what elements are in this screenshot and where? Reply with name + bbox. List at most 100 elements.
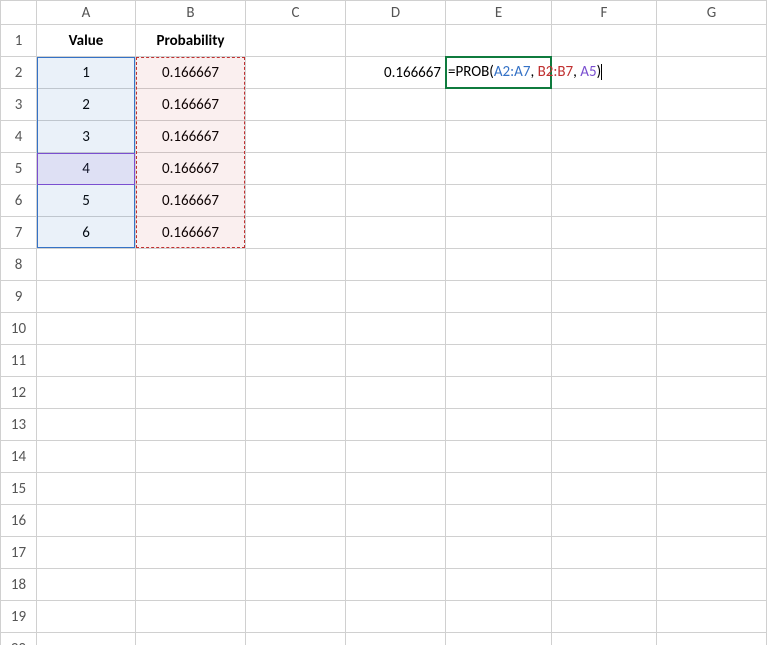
cell-A1[interactable]: Value xyxy=(37,25,136,57)
cell-C9[interactable] xyxy=(246,281,346,313)
cell-G2[interactable] xyxy=(657,57,767,89)
cell-F8[interactable] xyxy=(552,249,657,281)
cell-B18[interactable] xyxy=(136,569,246,601)
row-header-12[interactable]: 12 xyxy=(1,377,37,409)
cell-E16[interactable] xyxy=(446,505,552,537)
row-header-3[interactable]: 3 xyxy=(1,89,37,121)
cell-G10[interactable] xyxy=(657,313,767,345)
cell-F10[interactable] xyxy=(552,313,657,345)
cell-C20[interactable] xyxy=(246,633,346,645)
cell-A19[interactable] xyxy=(37,601,136,633)
cell-G6[interactable] xyxy=(657,185,767,217)
cell-D1[interactable] xyxy=(346,25,446,57)
cell-E5[interactable] xyxy=(446,153,552,185)
cell-B17[interactable] xyxy=(136,537,246,569)
cell-A13[interactable] xyxy=(37,409,136,441)
cell-D13[interactable] xyxy=(346,409,446,441)
cell-G13[interactable] xyxy=(657,409,767,441)
formula-editor[interactable]: =PROB(A2:A7, B2:B7, A5) xyxy=(448,63,602,81)
row-header-13[interactable]: 13 xyxy=(1,409,37,441)
cell-C15[interactable] xyxy=(246,473,346,505)
cell-E14[interactable] xyxy=(446,441,552,473)
cell-E2[interactable]: =PROB(A2:A7, B2:B7, A5) xyxy=(446,57,552,89)
row-header-17[interactable]: 17 xyxy=(1,537,37,569)
row-header-7[interactable]: 7 xyxy=(1,217,37,249)
cell-F20[interactable] xyxy=(552,633,657,645)
cell-C1[interactable] xyxy=(246,25,346,57)
cell-F14[interactable] xyxy=(552,441,657,473)
cell-D7[interactable] xyxy=(346,217,446,249)
cell-G12[interactable] xyxy=(657,377,767,409)
cell-C2[interactable] xyxy=(246,57,346,89)
cell-B14[interactable] xyxy=(136,441,246,473)
cell-D8[interactable] xyxy=(346,249,446,281)
cell-B12[interactable] xyxy=(136,377,246,409)
cell-G15[interactable] xyxy=(657,473,767,505)
cell-G9[interactable] xyxy=(657,281,767,313)
cell-E13[interactable] xyxy=(446,409,552,441)
cell-F13[interactable] xyxy=(552,409,657,441)
cell-E6[interactable] xyxy=(446,185,552,217)
cell-D5[interactable] xyxy=(346,153,446,185)
cell-A9[interactable] xyxy=(37,281,136,313)
cell-C11[interactable] xyxy=(246,345,346,377)
cell-C12[interactable] xyxy=(246,377,346,409)
cell-A4[interactable]: 3 xyxy=(37,121,136,153)
col-header-A[interactable]: A xyxy=(37,1,136,25)
cell-D16[interactable] xyxy=(346,505,446,537)
cell-C6[interactable] xyxy=(246,185,346,217)
row-header-2[interactable]: 2 xyxy=(1,57,37,89)
cell-D6[interactable] xyxy=(346,185,446,217)
row-header-9[interactable]: 9 xyxy=(1,281,37,313)
cell-F15[interactable] xyxy=(552,473,657,505)
row-header-19[interactable]: 19 xyxy=(1,601,37,633)
row-header-8[interactable]: 8 xyxy=(1,249,37,281)
cell-D12[interactable] xyxy=(346,377,446,409)
cell-A6[interactable]: 5 xyxy=(37,185,136,217)
row-header-11[interactable]: 11 xyxy=(1,345,37,377)
cell-G18[interactable] xyxy=(657,569,767,601)
cell-C7[interactable] xyxy=(246,217,346,249)
cell-E20[interactable] xyxy=(446,633,552,645)
cell-G5[interactable] xyxy=(657,153,767,185)
cell-G11[interactable] xyxy=(657,345,767,377)
cell-A17[interactable] xyxy=(37,537,136,569)
cell-D11[interactable] xyxy=(346,345,446,377)
cell-B3[interactable]: 0.166667 xyxy=(136,89,246,121)
cell-A12[interactable] xyxy=(37,377,136,409)
cell-B1[interactable]: Probability xyxy=(136,25,246,57)
cell-B11[interactable] xyxy=(136,345,246,377)
cell-E9[interactable] xyxy=(446,281,552,313)
cell-C4[interactable] xyxy=(246,121,346,153)
row-header-5[interactable]: 5 xyxy=(1,153,37,185)
cell-B15[interactable] xyxy=(136,473,246,505)
cell-C17[interactable] xyxy=(246,537,346,569)
col-header-F[interactable]: F xyxy=(552,1,657,25)
cell-G7[interactable] xyxy=(657,217,767,249)
cell-D9[interactable] xyxy=(346,281,446,313)
cell-G20[interactable] xyxy=(657,633,767,645)
cell-A8[interactable] xyxy=(37,249,136,281)
cell-A14[interactable] xyxy=(37,441,136,473)
select-all-corner[interactable] xyxy=(1,1,37,25)
cell-B9[interactable] xyxy=(136,281,246,313)
cell-F3[interactable] xyxy=(552,89,657,121)
cell-F9[interactable] xyxy=(552,281,657,313)
row-header-4[interactable]: 4 xyxy=(1,121,37,153)
row-header-1[interactable]: 1 xyxy=(1,25,37,57)
cell-E7[interactable] xyxy=(446,217,552,249)
row-header-16[interactable]: 16 xyxy=(1,505,37,537)
row-header-20[interactable]: 20 xyxy=(1,633,37,645)
cell-E3[interactable] xyxy=(446,89,552,121)
cell-F6[interactable] xyxy=(552,185,657,217)
row-header-6[interactable]: 6 xyxy=(1,185,37,217)
cell-D20[interactable] xyxy=(346,633,446,645)
cell-B5[interactable]: 0.166667 xyxy=(136,153,246,185)
cell-B7[interactable]: 0.166667 xyxy=(136,217,246,249)
cell-D18[interactable] xyxy=(346,569,446,601)
cell-E11[interactable] xyxy=(446,345,552,377)
cell-F17[interactable] xyxy=(552,537,657,569)
cell-C18[interactable] xyxy=(246,569,346,601)
cell-F16[interactable] xyxy=(552,505,657,537)
cell-A5[interactable]: 4 xyxy=(37,153,136,185)
